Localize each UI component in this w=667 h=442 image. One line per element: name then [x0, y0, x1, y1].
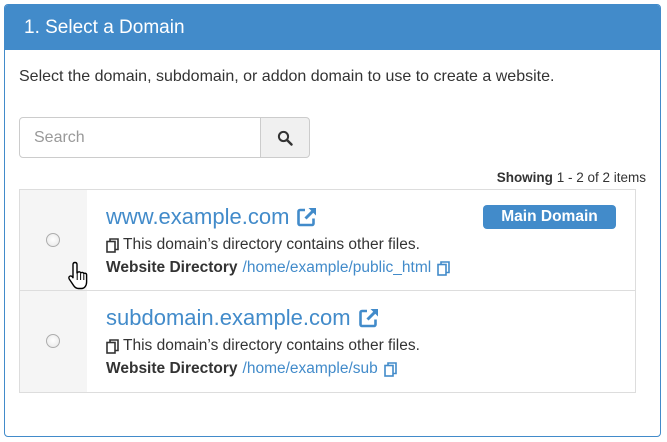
copy-path-icon[interactable] [437, 260, 451, 276]
domain-link[interactable]: www.example.com [106, 204, 318, 230]
copy-path-icon[interactable] [383, 361, 397, 377]
list-item: www.example.com Main Domain This domain’… [20, 190, 635, 291]
pagination-summary: Showing 1 - 2 of 2 items [497, 170, 646, 185]
showing-label: Showing [496, 170, 553, 185]
domain-radio-button[interactable] [46, 233, 60, 247]
directory-note: This domain’s directory contains other f… [106, 236, 420, 254]
website-directory-path[interactable]: /home/example/sub [243, 360, 378, 378]
copy-icon [106, 338, 119, 354]
website-directory: Website Directory /home/example/sub [106, 360, 397, 378]
directory-note: This domain’s directory contains other f… [106, 337, 420, 355]
website-directory-label: Website Directory [106, 360, 238, 377]
copy-icon [106, 237, 119, 253]
domain-name: www.example.com [106, 204, 290, 229]
radio-cell[interactable] [20, 291, 87, 392]
search-button[interactable] [260, 117, 310, 158]
website-directory: Website Directory /home/example/public_h… [106, 259, 451, 277]
website-directory-path[interactable]: /home/example/public_html [243, 259, 432, 277]
external-link-icon[interactable] [296, 206, 318, 228]
domain-name: subdomain.example.com [106, 305, 351, 330]
panel-description: Select the domain, subdomain, or addon d… [19, 68, 555, 85]
domain-link[interactable]: subdomain.example.com [106, 305, 380, 331]
website-directory-label: Website Directory [106, 259, 238, 276]
search-icon [277, 130, 293, 146]
domain-list: www.example.com Main Domain This domain’… [19, 189, 636, 393]
panel-title: 1. Select a Domain [5, 5, 660, 50]
external-link-icon[interactable] [358, 307, 380, 329]
main-domain-badge: Main Domain [483, 205, 616, 229]
hand-pointer-cursor-icon [68, 261, 88, 290]
directory-note-text: This domain’s directory contains other f… [123, 236, 420, 253]
domain-radio-button[interactable] [46, 334, 60, 348]
list-item: subdomain.example.com This domain’s dire… [20, 291, 635, 392]
directory-note-text: This domain’s directory contains other f… [123, 337, 420, 354]
search-input[interactable] [19, 117, 261, 158]
showing-range: 1 - 2 of 2 items [556, 170, 646, 185]
